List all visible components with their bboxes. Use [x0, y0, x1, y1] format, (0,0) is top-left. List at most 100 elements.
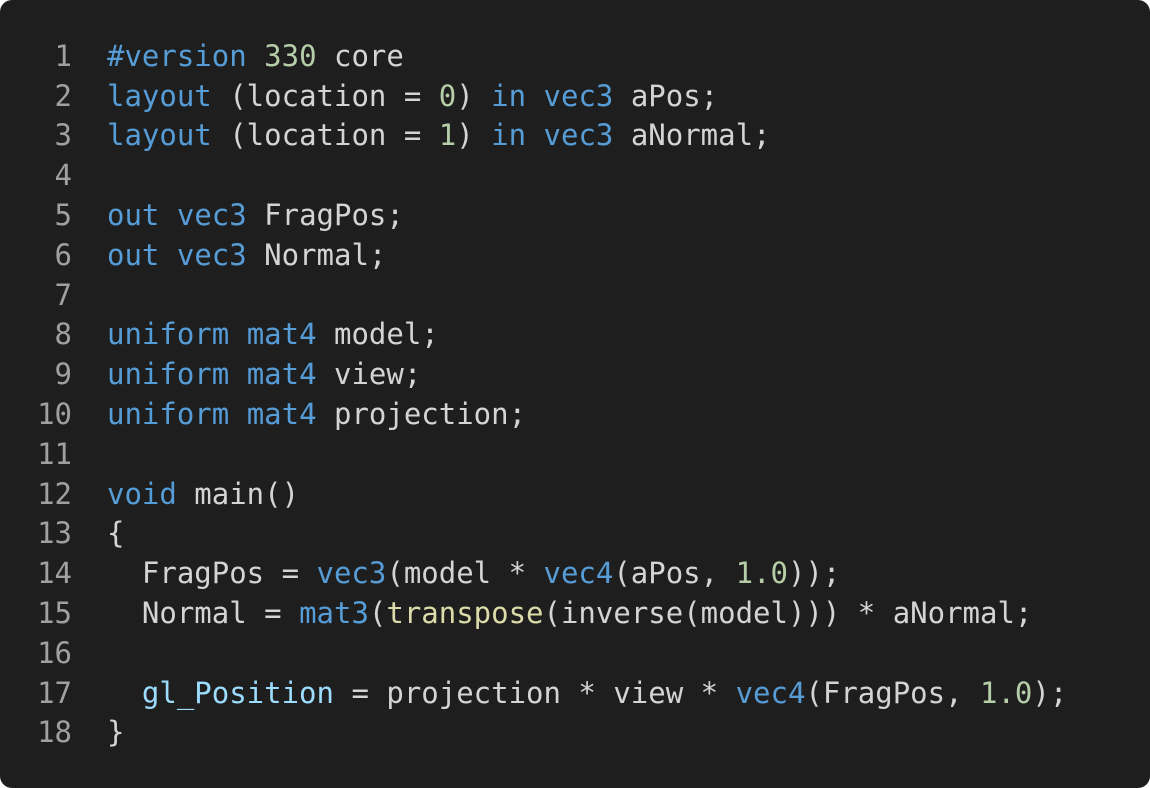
keyword-token: uniform	[107, 397, 230, 432]
line-number: 1	[54, 38, 72, 73]
text-token: (inverse(model))) * aNormal;	[543, 596, 1033, 631]
code-text: void main()	[107, 477, 299, 511]
line-number: 3	[54, 118, 72, 153]
keyword-token: mat3	[299, 596, 369, 631]
text-token: aNormal;	[613, 118, 771, 153]
code-line[interactable]: 3 layout (location = 1) in vec3 aNormal;	[0, 116, 1150, 156]
keyword-token: layout	[107, 118, 212, 153]
text-token: (location =	[211, 118, 439, 153]
code-line[interactable]: 6 out vec3 Normal;	[0, 235, 1150, 275]
code-text: }	[107, 715, 124, 749]
line-number: 16	[37, 635, 72, 670]
code-line[interactable]: 4	[0, 155, 1150, 195]
keyword-token: mat4	[246, 357, 317, 392]
code-line[interactable]: 8 uniform mat4 model;	[0, 315, 1150, 355]
keyword-token: uniform	[107, 317, 230, 352]
keyword-token: mat4	[246, 317, 317, 352]
code-line[interactable]: 2 layout (location = 0) in vec3 aPos;	[0, 76, 1150, 116]
text-token: Normal =	[107, 596, 300, 631]
number-token: 1.0	[735, 556, 788, 591]
keyword-token: vec3	[543, 78, 614, 113]
text-token: core	[316, 38, 404, 73]
code-line[interactable]: 1 #version 330 core	[0, 36, 1150, 76]
code-text: {	[107, 516, 124, 550]
text-token: (location =	[211, 78, 439, 113]
code-line[interactable]: 9 uniform mat4 view;	[0, 354, 1150, 394]
code-line[interactable]: 12 void main()	[0, 474, 1150, 514]
code-line[interactable]: 13 {	[0, 514, 1150, 554]
text-token: FragPos =	[107, 556, 317, 591]
keyword-token: mat4	[246, 397, 317, 432]
text-token: );	[1032, 675, 1068, 710]
number-token: 0	[438, 78, 457, 113]
code-text: layout (location = 0) in vec3 aPos;	[107, 79, 718, 113]
line-number: 15	[37, 596, 72, 631]
code-text: uniform mat4 projection;	[107, 397, 526, 431]
code-text: uniform mat4 view;	[107, 357, 421, 391]
line-number: 14	[37, 556, 72, 591]
text-token: (aPos,	[613, 556, 736, 591]
keyword-token: void	[107, 476, 177, 511]
text-token: (model *	[386, 556, 544, 591]
keyword-token: vec4	[543, 556, 614, 591]
keyword-token: out	[107, 237, 160, 272]
line-number: 6	[54, 237, 72, 272]
code-line[interactable]: 17 gl_Position = projection * view * vec…	[0, 673, 1150, 713]
text-token: view;	[316, 357, 422, 392]
code-text: Normal = mat3(transpose(inverse(model)))…	[107, 596, 1032, 630]
keyword-token: uniform	[107, 357, 230, 392]
code-text: uniform mat4 model;	[107, 317, 439, 351]
line-number: 4	[54, 158, 72, 193]
code-text: gl_Position = projection * view * vec4(F…	[107, 676, 1067, 710]
text-token: Normal;	[246, 237, 387, 272]
keyword-token: in	[491, 78, 527, 113]
keyword-token: in	[491, 118, 527, 153]
keyword-token: out	[107, 198, 160, 233]
line-number: 11	[37, 436, 72, 471]
code-line[interactable]: 16	[0, 633, 1150, 673]
line-number: 17	[37, 675, 72, 710]
code-editor[interactable]: 1 #version 330 core 2 layout (location = 0)…	[0, 0, 1150, 788]
line-number: 12	[37, 476, 72, 511]
code-line[interactable]: 18}	[0, 713, 1150, 753]
text-token: )	[456, 118, 492, 153]
code-line[interactable]: 5 out vec3 FragPos;	[0, 195, 1150, 235]
keyword-token: vec3	[316, 556, 387, 591]
code-line[interactable]: 14 FragPos = vec3(model * vec4(aPos, 1.0…	[0, 553, 1150, 593]
number-token: 1	[438, 118, 457, 153]
line-number: 7	[54, 277, 72, 312]
builtin-variable-token: gl_Position	[141, 675, 334, 710]
text-token: )	[456, 78, 492, 113]
code-text: FragPos = vec3(model * vec4(aPos, 1.0));	[107, 556, 840, 590]
line-number: 18	[37, 715, 72, 750]
text-token: {	[107, 516, 125, 551]
function-token: transpose	[386, 596, 544, 631]
line-number: 9	[54, 357, 72, 392]
text-token: }	[107, 715, 125, 750]
keyword-token: #version	[107, 38, 247, 73]
code-line[interactable]: 7	[0, 275, 1150, 315]
code-line[interactable]: 15 Normal = mat3(transpose(inverse(model…	[0, 593, 1150, 633]
keyword-token: vec4	[735, 675, 806, 710]
line-number: 8	[54, 317, 72, 352]
line-number: 5	[54, 198, 72, 233]
text-token: aPos;	[613, 78, 719, 113]
code-text: out vec3 Normal;	[107, 238, 386, 272]
code-line[interactable]: 11	[0, 434, 1150, 474]
code-line[interactable]: 10 uniform mat4 projection;	[0, 394, 1150, 434]
text-token: (FragPos,	[805, 675, 981, 710]
text-token: model;	[316, 317, 439, 352]
text-token: FragPos;	[246, 198, 404, 233]
text-token: = projection * view *	[333, 675, 736, 710]
line-number: 13	[37, 516, 72, 551]
code-text: #version 330 core	[107, 39, 404, 73]
keyword-token: vec3	[543, 118, 614, 153]
